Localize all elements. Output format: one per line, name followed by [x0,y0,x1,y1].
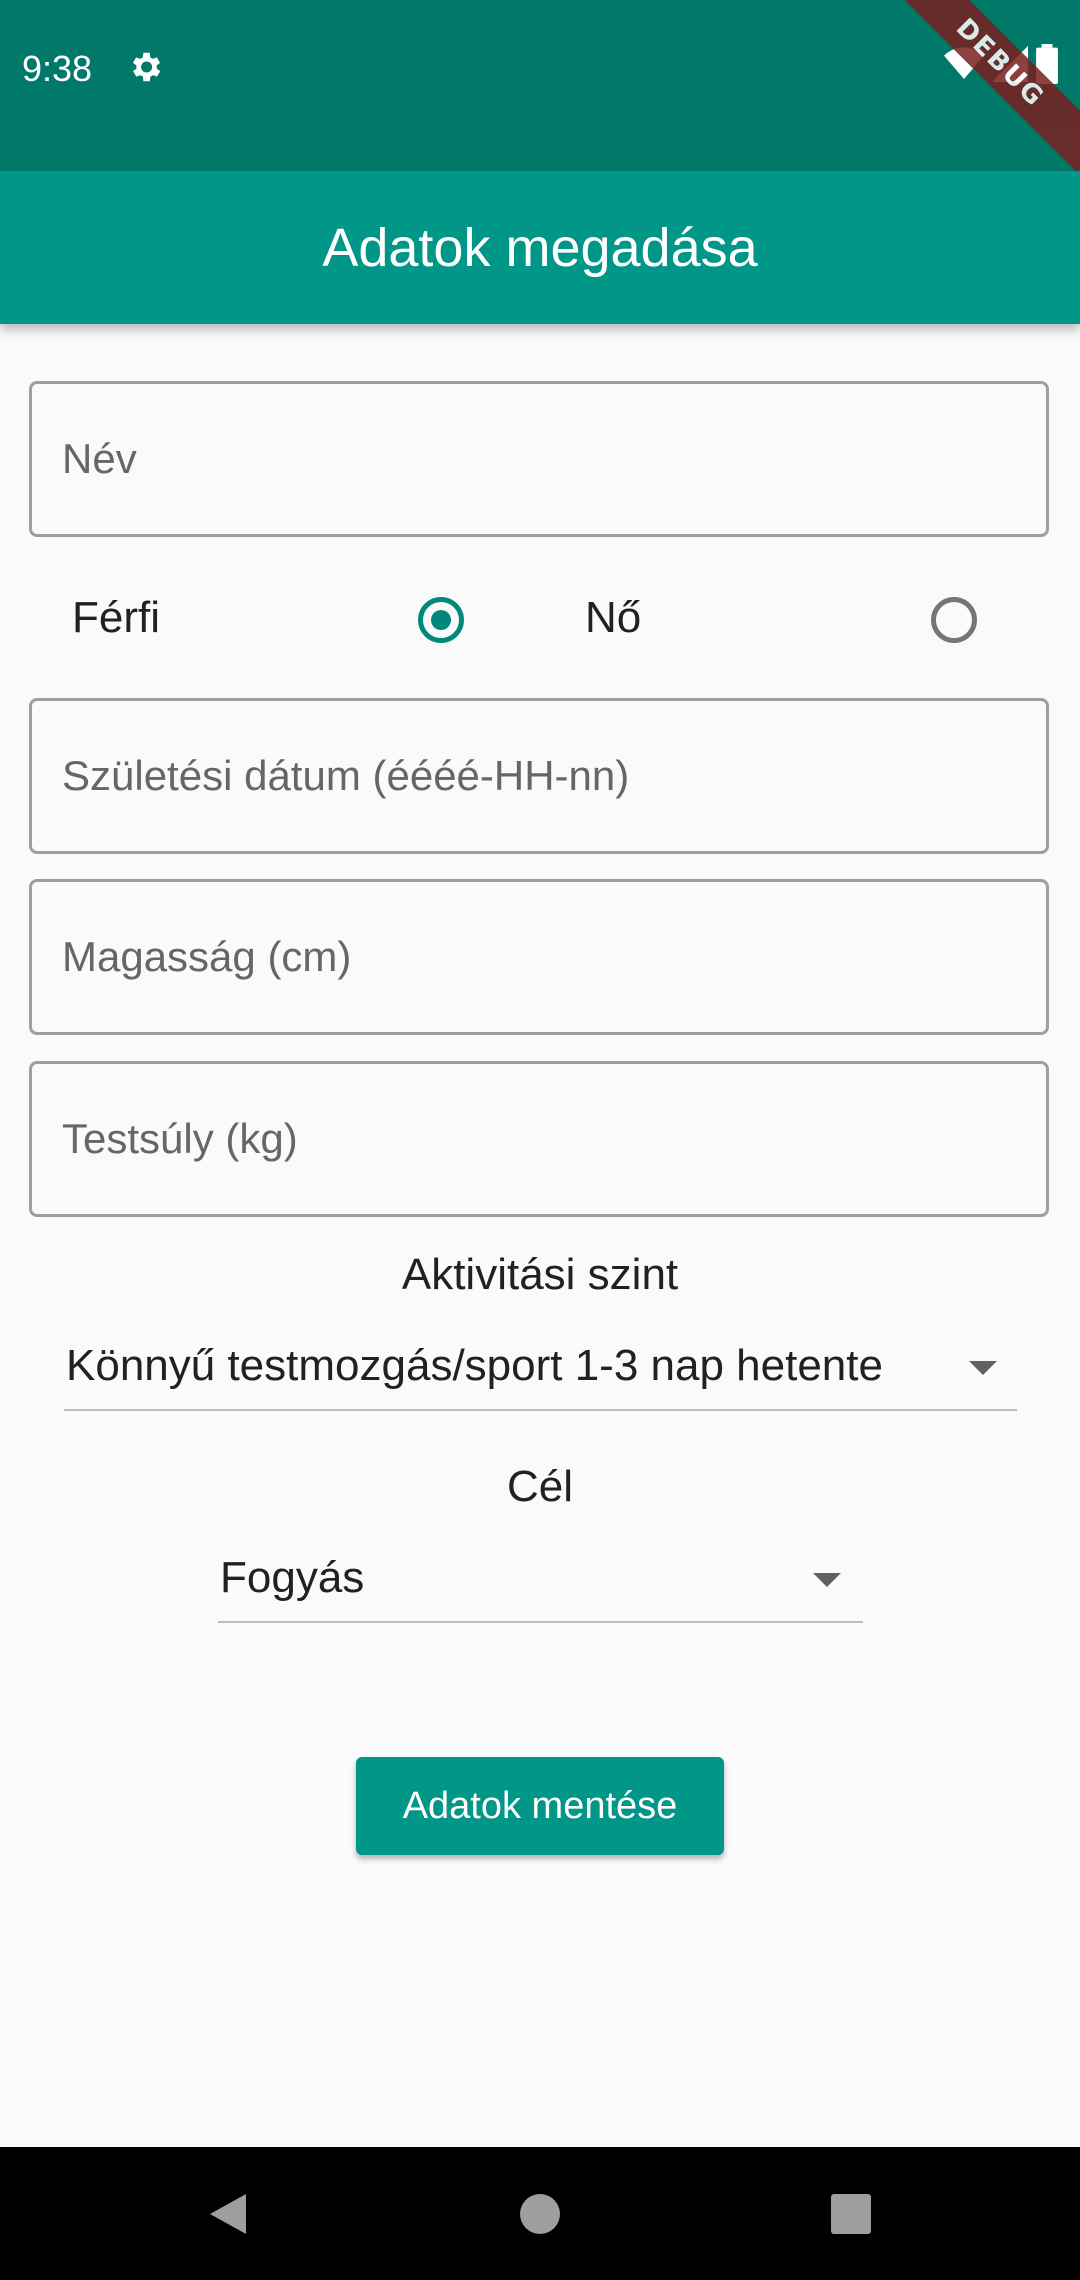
home-icon [519,2193,560,2234]
gender-male-label: Férfi [72,593,160,642]
chevron-down-icon [813,1573,841,1587]
page-title: Adatok megadása [322,217,758,278]
goal-value: Fogyás [220,1553,365,1602]
navigation-bar [0,2147,1080,2280]
debug-badge: DEBUG [877,0,1080,186]
recents-icon [830,2193,871,2234]
weight-input[interactable] [32,1064,1046,1214]
gender-female-label: Nő [585,593,642,642]
weight-field[interactable] [29,1061,1049,1217]
chevron-down-icon [969,1361,997,1375]
activity-label: Aktivitási szint [401,1250,679,1299]
gender-male-radio[interactable] [418,597,464,643]
app-bar: Adatok megadása [0,171,1080,324]
home-button[interactable] [473,2147,606,2280]
birthdate-input[interactable] [32,701,1046,851]
name-field[interactable] [29,381,1049,537]
save-button[interactable]: Adatok mentése [356,1757,724,1855]
back-button[interactable] [161,2147,294,2280]
gear-icon [132,52,161,82]
activity-value: Könnyű testmozgás/sport 1-3 nap hetente [66,1341,883,1390]
gender-female-radio[interactable] [931,597,977,643]
status-bar: 9:38 DEBUG [0,0,1080,186]
birthdate-field[interactable] [29,698,1049,854]
goal-dropdown[interactable]: Fogyás [218,1553,863,1623]
activity-dropdown[interactable]: Könnyű testmozgás/sport 1-3 nap hetente [64,1341,1017,1411]
back-icon [209,2193,246,2234]
name-input[interactable] [32,384,1046,534]
height-field[interactable] [29,879,1049,1035]
status-time: 9:38 [22,48,93,89]
goal-label: Cél [506,1462,574,1511]
recents-button[interactable] [784,2147,917,2280]
height-input[interactable] [32,882,1046,1032]
